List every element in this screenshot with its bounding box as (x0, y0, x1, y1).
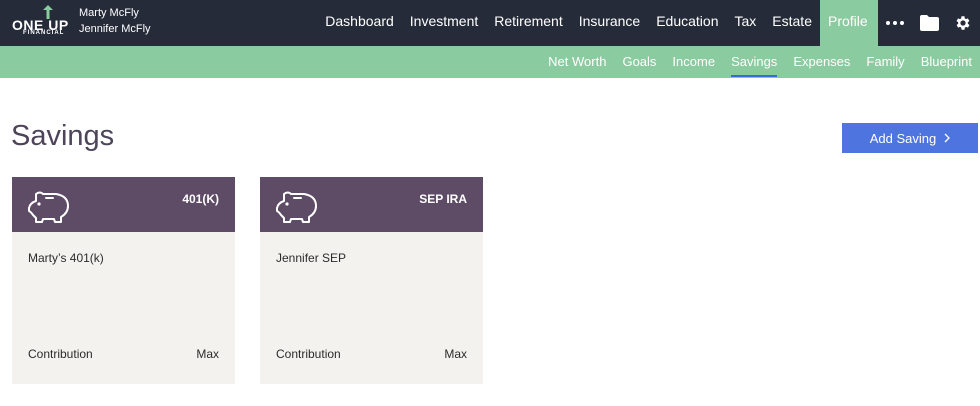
account-type: 401(K) (182, 192, 219, 206)
client-name-primary: Marty McFly (79, 7, 139, 19)
contribution-label: Contribution (28, 347, 93, 361)
logo-subtitle: FINANCIAL (23, 30, 65, 36)
settings-button[interactable] (946, 0, 980, 46)
top-nav-bar: ONE UP FINANCIAL Marty McFly Jennifer Mc… (0, 0, 980, 46)
more-icon (886, 21, 904, 25)
account-name: Marty’s 401(k) (28, 251, 104, 265)
documents-button[interactable] (912, 0, 946, 46)
gear-icon (956, 16, 970, 30)
client-name-spouse: Jennifer McFly (79, 23, 151, 35)
nav-dashboard[interactable]: Dashboard (317, 0, 402, 46)
folder-icon (919, 15, 939, 31)
more-menu-button[interactable] (878, 0, 912, 46)
nav-retirement[interactable]: Retirement (486, 0, 570, 46)
nav-education[interactable]: Education (648, 0, 726, 46)
savings-card-header: 401(K) (12, 177, 235, 232)
account-name: Jennifer SEP (276, 251, 347, 265)
contribution-value: Max (444, 347, 467, 361)
subnav-net-worth[interactable]: Net Worth (540, 46, 614, 78)
subnav-expenses[interactable]: Expenses (785, 46, 858, 78)
nav-insurance[interactable]: Insurance (571, 0, 648, 46)
profile-sub-nav: Net Worth Goals Income Savings Expenses … (540, 46, 980, 78)
main-nav: Dashboard Investment Retirement Insuranc… (317, 0, 980, 46)
nav-investment[interactable]: Investment (402, 0, 486, 46)
subnav-savings[interactable]: Savings (723, 46, 785, 78)
sub-nav-bar: Net Worth Goals Income Savings Expenses … (0, 46, 980, 78)
account-type: SEP IRA (419, 192, 467, 206)
contribution-label: Contribution (276, 347, 341, 361)
subnav-family[interactable]: Family (858, 46, 912, 78)
nav-tax[interactable]: Tax (727, 0, 765, 46)
subnav-goals[interactable]: Goals (614, 46, 664, 78)
oneup-logo[interactable]: ONE UP FINANCIAL (12, 5, 70, 39)
chevron-right-icon (944, 133, 951, 143)
subnav-blueprint[interactable]: Blueprint (913, 46, 980, 78)
add-saving-label: Add Saving (869, 130, 937, 146)
page-title: Savings (11, 120, 115, 152)
contribution-value: Max (196, 347, 219, 361)
logo-arrow-icon (43, 5, 53, 19)
savings-card[interactable]: SEP IRA Jennifer SEP Contribution Max (260, 177, 483, 384)
savings-card-header: SEP IRA (260, 177, 483, 232)
nav-profile[interactable]: Profile (820, 0, 878, 46)
savings-card[interactable]: 401(K) Marty’s 401(k) Contribution Max (12, 177, 235, 384)
piggy-bank-icon (276, 191, 317, 223)
nav-estate[interactable]: Estate (764, 0, 820, 46)
piggy-bank-icon (28, 191, 69, 223)
subnav-income[interactable]: Income (664, 46, 723, 78)
add-saving-button[interactable]: Add Saving (842, 123, 978, 153)
